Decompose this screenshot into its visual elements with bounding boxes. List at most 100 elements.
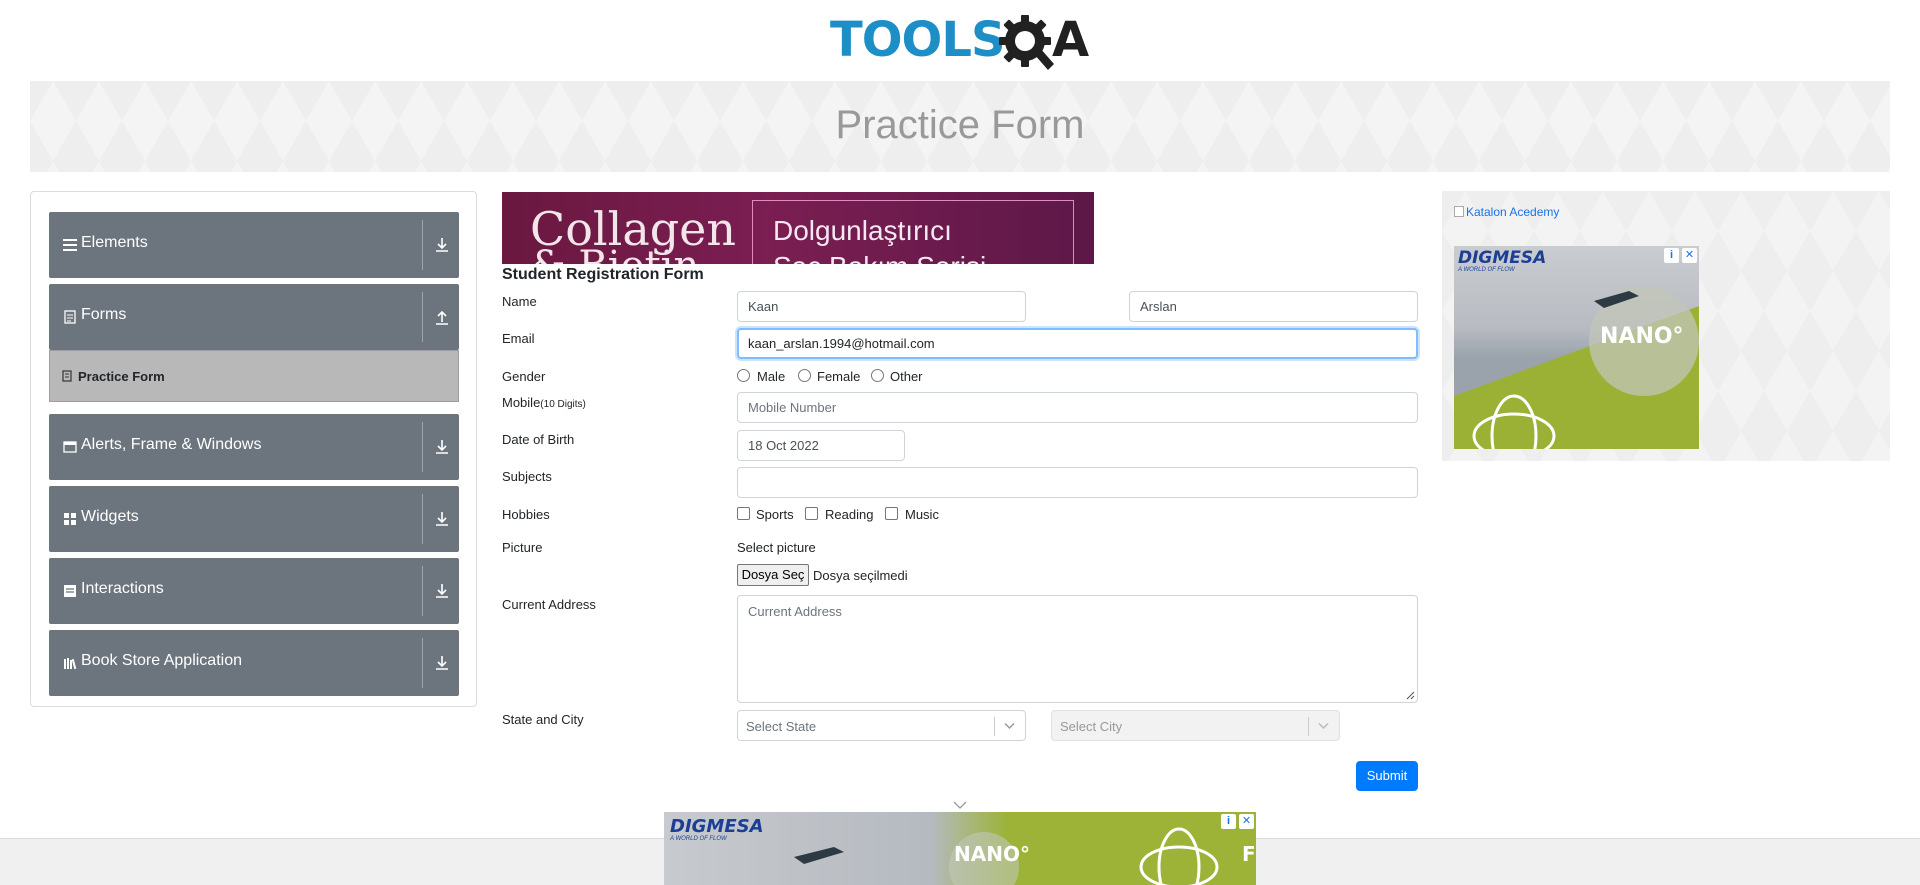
name-label: Name: [502, 294, 537, 309]
sidebar-group-forms[interactable]: Forms: [49, 284, 459, 350]
gender-male-radio[interactable]: [737, 369, 750, 382]
divider: [422, 220, 423, 270]
ad-tagline: A WORLD OF FLOW: [670, 836, 727, 842]
email-input[interactable]: kaan_arslan.1994@hotmail.com: [737, 328, 1418, 359]
sidebar-group-widgets[interactable]: Widgets: [49, 486, 459, 552]
divider: [994, 717, 995, 736]
gender-other-label[interactable]: Other: [890, 369, 923, 384]
download-arrow-icon[interactable]: [435, 237, 449, 253]
chevron-down-icon: [1318, 722, 1329, 730]
subjects-label: Subjects: [502, 469, 552, 484]
file-status: Dosya seçilmedi: [813, 568, 908, 583]
left-sidebar: Elements Forms Practice Form Alerts, Fra…: [30, 191, 477, 707]
ad-brand: DIGMESA: [670, 816, 764, 837]
state-select[interactable]: Select State: [737, 710, 1026, 741]
ad-text: Dolgunlaştırıcı: [773, 215, 952, 246]
digmesa-ad[interactable]: DIGMESA A WORLD OF FLOW NANO° i ✕: [1454, 246, 1699, 449]
hobby-reading-label[interactable]: Reading: [825, 507, 873, 522]
close-icon[interactable]: ✕: [1682, 248, 1697, 263]
city-select[interactable]: Select City: [1051, 710, 1340, 741]
mobile-input[interactable]: Mobile Number: [737, 392, 1418, 423]
hobby-sports-label[interactable]: Sports: [756, 507, 794, 522]
sidebar-item-practice-form[interactable]: Practice Form: [49, 350, 459, 402]
gender-female-label[interactable]: Female: [817, 369, 860, 384]
chevron-down-icon: [1004, 722, 1015, 730]
divider: [422, 638, 423, 688]
bottom-ad-banner[interactable]: DIGMESA A WORLD OF FLOW NANO° FI i ✕: [664, 812, 1256, 885]
state-city-label: State and City: [502, 712, 584, 727]
form-icon: [62, 370, 72, 382]
sidebar-group-alerts-frame-windows[interactable]: Alerts, Frame & Windows: [49, 414, 459, 480]
window-icon: [63, 441, 77, 453]
select-picture-label: Select picture: [737, 540, 816, 555]
download-arrow-icon[interactable]: [435, 439, 449, 455]
download-arrow-icon[interactable]: [435, 655, 449, 671]
mobile-label-text: Mobile: [502, 395, 541, 410]
download-arrow-icon[interactable]: [435, 583, 449, 599]
current-address-textarea[interactable]: Current Address: [737, 595, 1418, 703]
gender-female-radio[interactable]: [798, 369, 811, 382]
books-icon: [64, 658, 77, 670]
ad-controls: i ✕: [1221, 814, 1254, 829]
gender-other-radio[interactable]: [871, 369, 884, 382]
close-icon[interactable]: ✕: [1239, 814, 1254, 829]
state-placeholder: Select State: [746, 719, 817, 734]
katalon-link-text: Katalon Acedemy: [1466, 205, 1560, 219]
info-icon[interactable]: i: [1664, 248, 1679, 263]
hamburger-icon: [63, 239, 77, 251]
katalon-academy-link[interactable]: Katalon Acedemy: [1454, 205, 1559, 219]
gender-male-label[interactable]: Male: [757, 369, 785, 384]
dob-label: Date of Birth: [502, 432, 575, 447]
gear-magnifier-icon: [999, 15, 1054, 70]
ad-brand: DIGMESA: [1458, 248, 1547, 268]
divider: [422, 422, 423, 472]
divider: [422, 292, 423, 342]
page-title: Practice Form: [835, 103, 1085, 147]
hobby-music-label[interactable]: Music: [905, 507, 939, 522]
top-ad-banner[interactable]: Collagen & Biotin Dolgunlaştırıcı Saç Ba…: [502, 192, 1094, 264]
sidebar-group-interactions[interactable]: Interactions: [49, 558, 459, 624]
resize-grip-icon[interactable]: [1405, 690, 1415, 700]
upload-arrow-icon[interactable]: [435, 309, 449, 325]
hobby-reading-checkbox[interactable]: [805, 507, 818, 520]
divider: [1308, 717, 1309, 736]
ad-text: & Biotin: [530, 246, 699, 264]
subjects-input[interactable]: [737, 467, 1418, 498]
info-icon[interactable]: i: [1221, 814, 1236, 829]
hobby-music-checkbox[interactable]: [885, 507, 898, 520]
toolsqa-logo[interactable]: TOOLS A: [830, 12, 1092, 74]
current-address-label: Current Address: [502, 597, 596, 612]
email-label: Email: [502, 331, 535, 346]
chevron-down-icon[interactable]: [953, 801, 967, 809]
download-arrow-icon[interactable]: [435, 511, 449, 527]
sidebar-group-book-store[interactable]: Book Store Application: [49, 630, 459, 696]
right-ad-panel: Katalon Acedemy DIGMESA A WORLD OF FLOW …: [1442, 191, 1890, 461]
form-title: Student Registration Form: [502, 266, 704, 283]
last-name-input[interactable]: Arslan: [1129, 291, 1418, 322]
hobby-sports-checkbox[interactable]: [737, 507, 750, 520]
ad-tagline: A WORLD OF FLOW: [1458, 267, 1515, 273]
first-name-input[interactable]: Kaan: [737, 291, 1026, 322]
grid-icon: [64, 513, 76, 525]
page-banner: Practice Form: [30, 81, 1890, 172]
ad-text: Saç Bakım Serisi: [773, 253, 986, 265]
choose-file-button[interactable]: Dosya Seç: [737, 564, 809, 586]
ad-text: FI: [1242, 842, 1256, 866]
sidebar-group-elements[interactable]: Elements: [49, 212, 459, 278]
sidebar-group-label: Widgets: [81, 508, 139, 525]
gender-label: Gender: [502, 369, 546, 384]
logo-text-a: A: [1052, 12, 1090, 68]
ad-product: NANO°: [954, 842, 1030, 866]
hobbies-label: Hobbies: [502, 507, 550, 522]
document-icon: [64, 310, 76, 324]
date-of-birth-input[interactable]: 18 Oct 2022: [737, 430, 905, 461]
submit-button[interactable]: Submit: [1356, 761, 1418, 791]
mobile-hint: (10 Digits): [540, 399, 586, 410]
divider: [422, 494, 423, 544]
ad-frame: Dolgunlaştırıcı Saç Bakım Serisi: [752, 200, 1074, 264]
sidebar-group-label: Interactions: [81, 580, 164, 597]
mobile-label: Mobile(10 Digits): [502, 395, 586, 410]
sidebar-group-label: Elements: [81, 234, 148, 251]
city-placeholder: Select City: [1060, 719, 1123, 734]
sidebar-group-label: Book Store Application: [81, 652, 242, 669]
